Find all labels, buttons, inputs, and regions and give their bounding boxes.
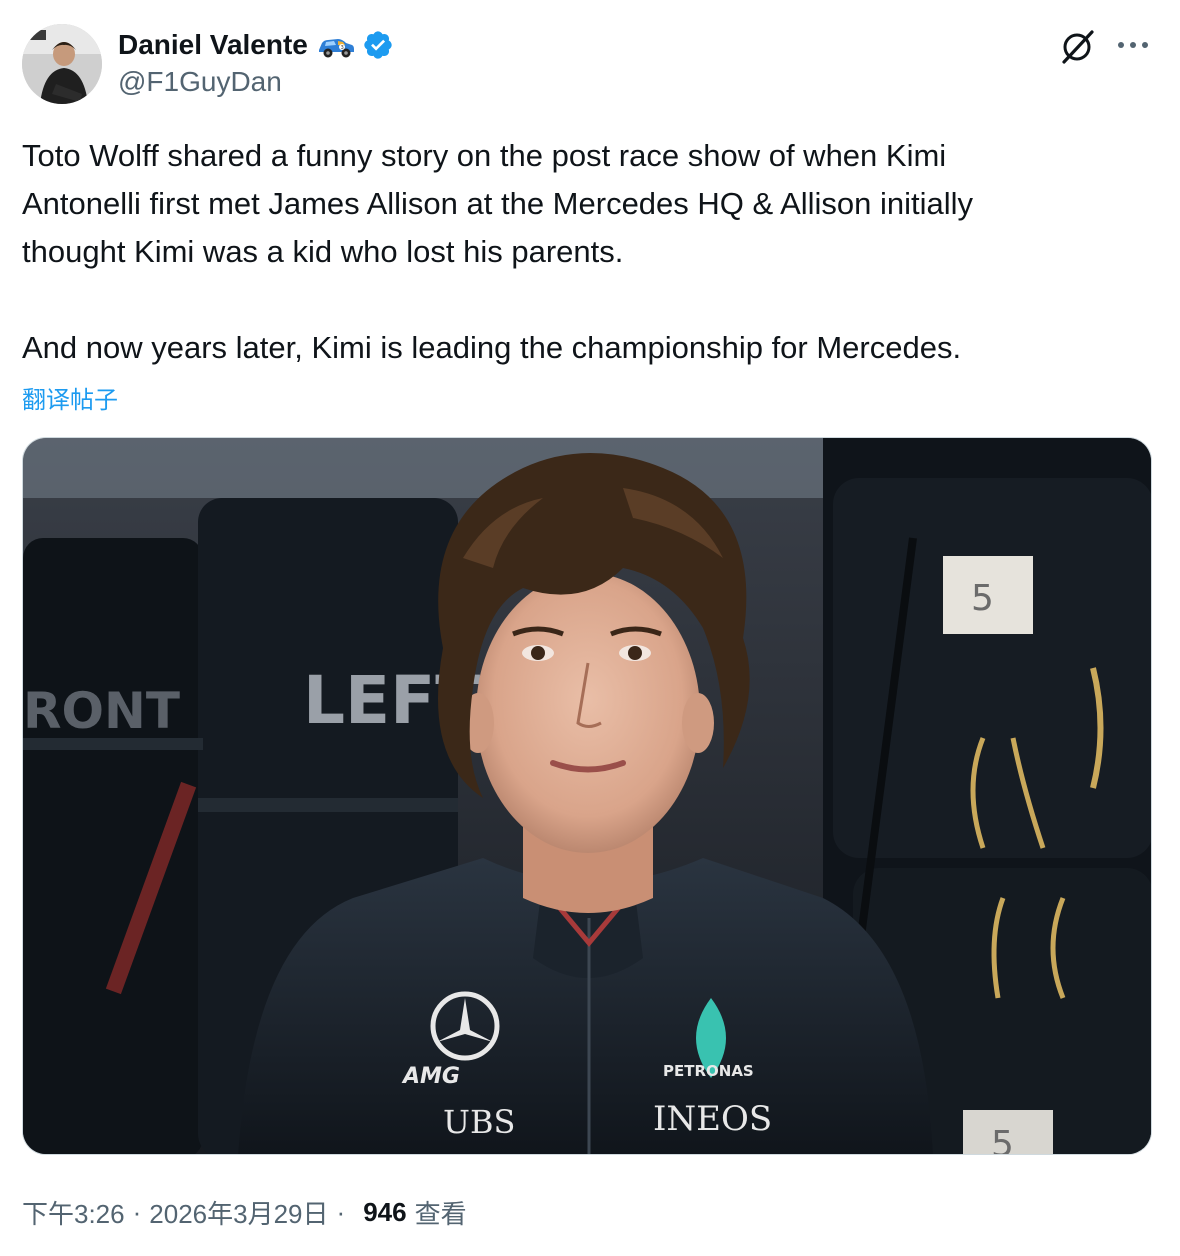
- more-options-icon: [1118, 42, 1148, 48]
- verified-badge-icon[interactable]: [362, 29, 394, 61]
- sponsor-amg-text: AMG: [401, 1064, 460, 1089]
- tag-number-bottom-text: 5: [991, 1124, 1014, 1155]
- tweet-media-photo[interactable]: RONT LEFT 5 5 AMG UBS PETRONAS INEOS: [22, 437, 1152, 1155]
- avatar[interactable]: [22, 24, 102, 104]
- more-options-button[interactable]: [1112, 28, 1156, 62]
- author-name-row: Daniel Valente 3: [118, 26, 394, 64]
- tag-number-text: 5: [971, 578, 994, 619]
- sponsor-ineos-text: INEOS: [653, 1099, 772, 1139]
- tweet-text: Toto Wolff shared a funny story on the p…: [22, 138, 974, 365]
- grok-icon: [1062, 30, 1094, 64]
- avatar-photo-icon: [22, 24, 102, 104]
- tweet-date[interactable]: 2026年3月29日: [149, 1194, 328, 1231]
- svg-text:3: 3: [340, 45, 343, 51]
- meta-separator: ·: [336, 1196, 346, 1227]
- sponsor-ubs-text: UBS: [443, 1103, 515, 1141]
- tweet-meta: 下午3:26 · 2026年3月29日 · 946 查看: [22, 1192, 467, 1232]
- meta-separator: ·: [132, 1196, 142, 1227]
- race-car-emoji-icon: 3: [316, 30, 356, 60]
- views-count: 946: [363, 1196, 407, 1227]
- tyre-front-text: RONT: [23, 682, 180, 740]
- sponsor-petronas-text: PETRONAS: [663, 1062, 754, 1080]
- tweet-time[interactable]: 下午3:26: [22, 1194, 125, 1231]
- grok-button[interactable]: [1058, 26, 1098, 66]
- translate-post-link[interactable]: 翻译帖子: [22, 380, 118, 415]
- photo-image: RONT LEFT 5 5 AMG UBS PETRONAS INEOS: [23, 438, 1151, 1155]
- author-handle[interactable]: @F1GuyDan: [118, 66, 282, 98]
- views-label: 查看: [414, 1198, 467, 1229]
- author-display-name[interactable]: Daniel Valente: [118, 29, 308, 61]
